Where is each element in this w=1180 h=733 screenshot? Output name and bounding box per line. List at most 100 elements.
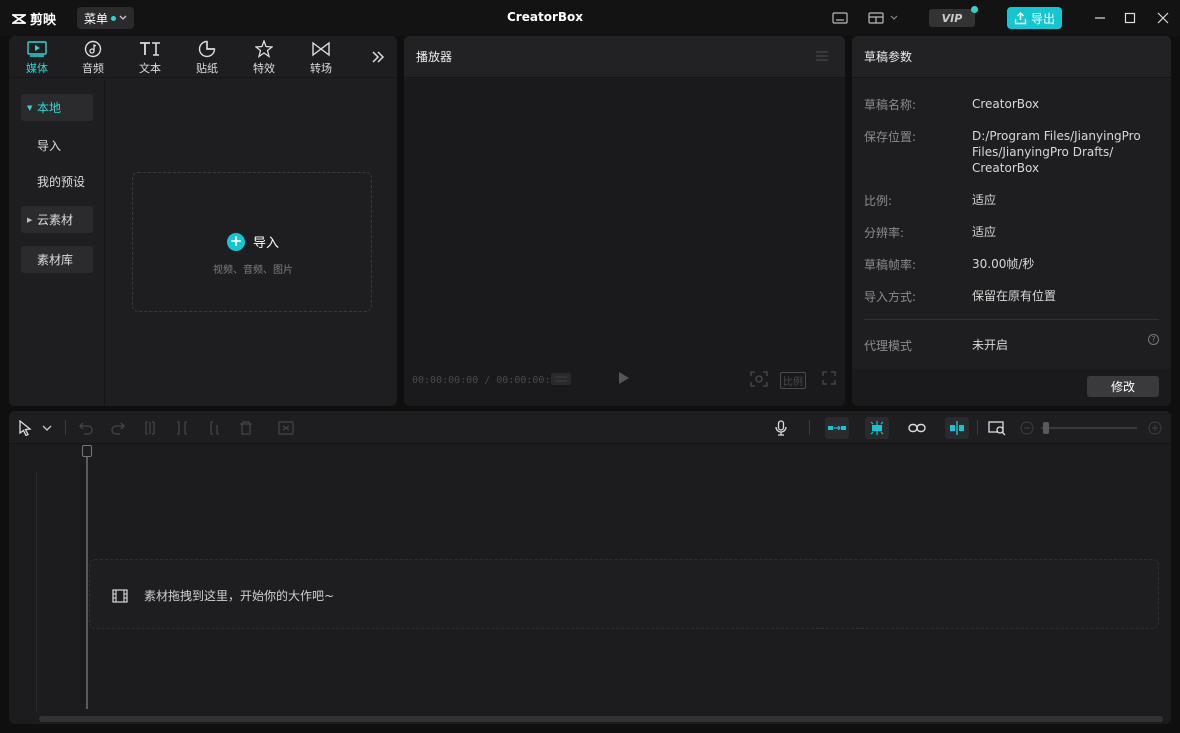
sidebar-item-import[interactable]: 导入 — [21, 132, 93, 159]
record-audio-button[interactable] — [771, 418, 791, 438]
freeze-frame-icon — [278, 421, 294, 435]
export-label: 导出 — [1030, 11, 1055, 26]
split-button[interactable] — [140, 418, 160, 438]
main-track-magnet-toggle[interactable] — [825, 417, 849, 439]
sidebar-item-local[interactable]: ▼ 本地 — [21, 94, 93, 121]
zoom-in-icon — [1148, 421, 1162, 435]
zoom-to-fit-button[interactable] — [987, 418, 1007, 438]
delete-right-button[interactable] — [204, 418, 224, 438]
frame-rate-label: 草稿帧率: — [864, 258, 917, 272]
tab-effects-label: 特效 — [253, 62, 275, 75]
zoom-slider-track[interactable] — [1041, 427, 1137, 429]
audio-icon — [84, 40, 102, 58]
preview-axis-icon — [950, 421, 964, 435]
snap-icon — [870, 421, 884, 435]
play-icon — [619, 372, 629, 384]
draft-params-panel: 草稿参数 草稿名称: CreatorBox 保存位置: D:/Program F… — [852, 36, 1171, 406]
resolution-value: 适应 — [972, 225, 997, 239]
undo-button[interactable] — [76, 418, 96, 438]
zoom-slider-handle[interactable] — [1043, 422, 1049, 434]
import-mode-label: 导入方式: — [864, 290, 917, 304]
caret-right-icon: ▶ — [27, 215, 33, 224]
player-panel: 播放器 00:00:00:00 / 00:00:00:00 比例 — [404, 36, 845, 406]
import-action[interactable]: + 导入 — [133, 232, 373, 251]
title-bar: 剪映 菜单 CreatorBox VIP 导出 — [0, 0, 1180, 36]
sidebar-item-local-label: 本地 — [37, 101, 62, 115]
select-tool-dropdown[interactable] — [37, 418, 57, 438]
playhead-handle[interactable] — [82, 445, 92, 457]
delete-left-button[interactable] — [172, 418, 192, 438]
tab-audio[interactable]: 音频 — [73, 40, 113, 76]
sidebar-item-cloud[interactable]: ▶ 云素材 — [21, 206, 93, 233]
link-icon — [908, 423, 926, 433]
zoom-in-button[interactable] — [1145, 418, 1165, 438]
modify-button[interactable]: 修改 — [1087, 376, 1159, 397]
save-location-label: 保存位置: — [864, 130, 917, 144]
ratio-label: 比例: — [864, 194, 893, 208]
play-button[interactable] — [618, 371, 630, 388]
export-button[interactable]: 导出 — [1007, 7, 1062, 29]
player-menu-button[interactable] — [815, 50, 829, 65]
vip-notification-dot — [971, 6, 978, 13]
main-track-drop-zone[interactable]: 素材拖拽到这里，开始你的大作吧~ — [89, 559, 1159, 629]
layout-icon[interactable] — [866, 8, 902, 28]
redo-button[interactable] — [108, 418, 128, 438]
redo-icon — [111, 422, 125, 435]
tab-text[interactable]: 文本 — [130, 40, 170, 76]
sidebar-item-library-label: 素材库 — [37, 253, 74, 267]
tab-audio-label: 音频 — [82, 62, 104, 75]
tab-transition[interactable]: 转场 — [301, 40, 341, 76]
horizontal-scrollbar[interactable] — [39, 716, 1163, 722]
tab-text-label: 文本 — [139, 62, 161, 75]
tab-sticker[interactable]: 贴纸 — [187, 40, 227, 76]
close-button[interactable] — [1153, 8, 1173, 28]
toolbar-separator — [65, 420, 66, 435]
timeline-toolbar — [9, 411, 1171, 444]
help-icon[interactable]: ? — [1148, 334, 1159, 345]
vip-label: VIP — [941, 11, 963, 25]
linkage-toggle[interactable] — [907, 418, 927, 438]
sidebar-item-my-presets[interactable]: 我的预设 — [21, 168, 93, 195]
cursor-icon — [19, 420, 32, 436]
draft-params-title: 草稿参数 — [864, 50, 913, 64]
freeze-frame-button[interactable] — [276, 418, 296, 438]
sidebar-item-cloud-label: 云素材 — [37, 213, 74, 227]
ratio-value: 适应 — [972, 193, 997, 207]
maximize-button[interactable] — [1120, 8, 1140, 28]
split-icon — [145, 421, 155, 435]
media-tabs: 媒体 音频 文本 贴纸 特效 转场 — [9, 36, 397, 78]
microphone-icon — [775, 420, 787, 436]
sidebar-item-import-label: 导入 — [37, 139, 62, 153]
zoom-out-icon — [1020, 421, 1034, 435]
zoom-to-fit-icon — [988, 421, 1006, 436]
film-icon — [112, 588, 128, 603]
preview-axis-toggle[interactable] — [945, 417, 969, 439]
fullscreen-icon[interactable] — [822, 371, 836, 388]
tab-sticker-label: 贴纸 — [196, 62, 218, 75]
media-panel: 媒体 音频 文本 贴纸 特效 转场 ▼ 本地 导入 我的预设 ▶ 云素材 素材库… — [9, 36, 397, 406]
more-tabs-button[interactable] — [371, 50, 385, 67]
timeline-tracks[interactable]: 素材拖拽到这里，开始你的大作吧~ — [9, 445, 1171, 724]
sidebar-item-library[interactable]: 素材库 — [21, 246, 93, 273]
tab-media[interactable]: 媒体 — [17, 40, 57, 76]
effects-icon — [255, 40, 273, 58]
playhead-line[interactable] — [86, 445, 88, 709]
shortcut-keyboard-icon[interactable] — [830, 8, 850, 28]
maximize-icon — [1124, 12, 1136, 24]
delete-button[interactable] — [236, 418, 256, 438]
ratio-button[interactable]: 比例 — [780, 372, 806, 389]
auto-snap-toggle[interactable] — [865, 417, 889, 439]
sidebar-item-my-presets-label: 我的预设 — [37, 175, 86, 189]
media-import-drop-zone[interactable]: + 导入 视频、音频、图片 — [132, 172, 372, 312]
timeline-mode-icon[interactable] — [550, 371, 572, 390]
vip-badge[interactable]: VIP — [929, 6, 978, 27]
plus-circle-icon: + — [226, 232, 245, 251]
zoom-fit-icon[interactable] — [750, 371, 768, 390]
hamburger-icon — [816, 51, 828, 61]
magnet-track-icon — [828, 425, 846, 431]
tab-effects[interactable]: 特效 — [244, 40, 284, 76]
minimize-button[interactable] — [1090, 8, 1110, 28]
zoom-out-button[interactable] — [1017, 418, 1037, 438]
draft-params-body: 草稿名称: CreatorBox 保存位置: D:/Program Files/… — [852, 79, 1171, 369]
select-tool-button[interactable] — [15, 418, 35, 438]
